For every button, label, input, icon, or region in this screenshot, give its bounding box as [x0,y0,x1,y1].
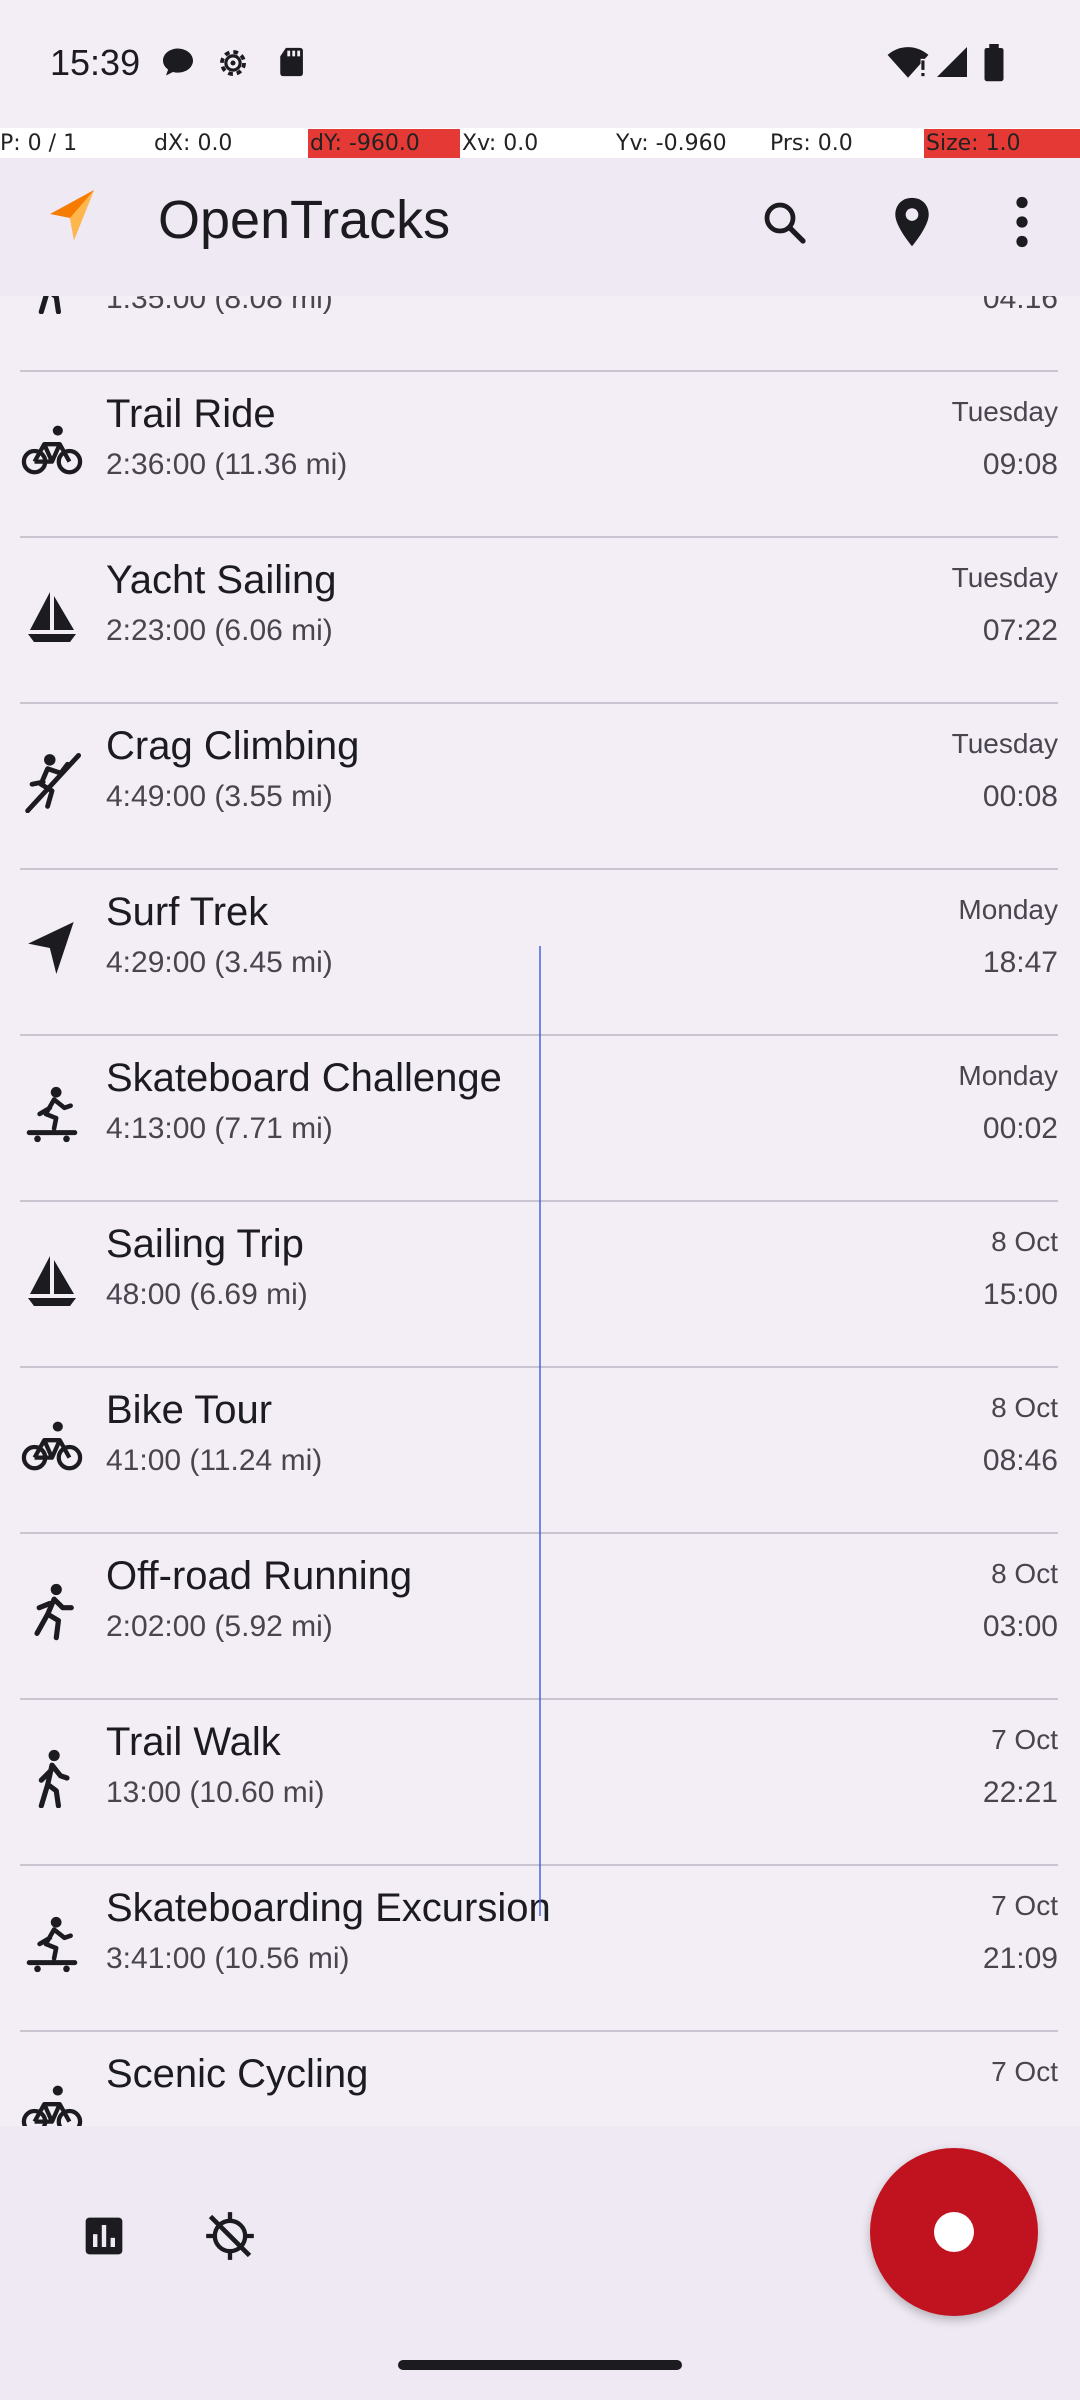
track-time: 18:47 [982,946,1058,979]
track-stats: 41:00 (11.24 mi) [106,1444,323,1477]
track-date: Tuesday [951,396,1058,427]
track-name: Sailing Trip [106,1222,304,1266]
track-stats: 13:00 (10.60 mi) [106,1776,325,1809]
track-stats: 4:49:00 (3.55 mi) [106,780,333,813]
screen: 15:39 P: 0 / 1 dX: 0.0 dY: -960.0 Xv: 0.… [0,0,1080,2400]
track-name: Scenic Cycling [106,2052,369,2096]
wifi-alert-icon [886,44,930,85]
pointer-trace-line [539,946,541,1916]
track-row[interactable]: Scenic Cycling 7 Oct [0,2032,1080,2126]
track-row[interactable]: Yacht Sailing 2:23:00 (6.06 mi) Tuesday 07:… [0,538,1080,704]
app-title: OpenTracks [158,190,451,250]
track-date: Tuesday [951,728,1058,759]
track-time: 04:16 [982,296,1058,315]
location-pin-icon [889,196,935,253]
track-time: 00:02 [982,1112,1058,1145]
sailboat-icon [20,584,84,648]
search-icon [760,198,808,251]
bike-icon [20,1414,84,1478]
search-button[interactable] [742,182,826,266]
walking-icon [20,1746,84,1810]
sd-card-icon [276,44,310,85]
track-stats: 2:23:00 (6.06 mi) [106,614,333,647]
debug-dx: dX: 0.0 [154,131,233,156]
skateboard-icon [20,1082,84,1146]
track-name: Trail Walk [106,1720,281,1764]
debug-xv: Xv: 0.0 [462,131,539,156]
track-name: Crag Climbing [106,724,360,768]
track-date: Tuesday [951,562,1058,593]
track-time: 03:00 [982,1610,1058,1643]
track-row[interactable]: 1:35:00 (8.08 mi) 04:16 [0,296,1080,372]
track-date: 7 Oct [991,2056,1058,2087]
walking-icon [20,296,84,316]
pointer-debug-strip: P: 0 / 1 dX: 0.0 dY: -960.0 Xv: 0.0 Yv: … [0,128,1080,159]
track-name: Skateboarding Excursion [106,1886,551,1930]
track-time: 15:00 [982,1278,1058,1311]
more-vert-icon [1014,196,1030,253]
running-icon [20,1580,84,1644]
climbing-icon [20,750,84,814]
gps-toggle-button[interactable] [188,2196,272,2280]
debug-yv: Yv: -0.960 [616,131,727,156]
signal-icon [934,44,970,85]
battery-icon [982,44,1006,87]
skateboard-icon [20,1912,84,1976]
overflow-menu-button[interactable] [980,182,1064,266]
gps-off-icon [204,2210,256,2267]
track-stats: 4:13:00 (7.71 mi) [106,1112,333,1145]
track-date: 8 Oct [991,1392,1058,1423]
gesture-nav-bar[interactable] [398,2360,682,2370]
markers-button[interactable] [870,182,954,266]
track-date: Monday [958,894,1058,925]
gear-icon [214,44,252,87]
track-date: 8 Oct [991,1558,1058,1589]
bottom-bar [0,2126,1080,2400]
track-row[interactable]: Crag Climbing 4:49:00 (3.55 mi) Tuesday 00:… [0,704,1080,870]
app-bar: OpenTracks [0,158,1080,296]
debug-prs: Prs: 0.0 [770,131,853,156]
track-stats: 48:00 (6.69 mi) [106,1278,308,1311]
track-name: Skateboard Challenge [106,1056,502,1100]
chat-bubble-icon [160,44,196,85]
record-icon [934,2212,974,2252]
sailboat-icon [20,1248,84,1312]
track-name: Bike Tour [106,1388,273,1432]
debug-pointer: P: 0 / 1 [0,131,78,156]
status-bar: 15:39 [0,0,1080,128]
opentracks-logo-icon [46,188,98,249]
track-stats: 1:35:00 (8.08 mi) [106,296,333,315]
debug-dy: dY: -960.0 [308,129,460,159]
navigation-arrow-icon [20,916,84,980]
track-stats: 3:41:00 (10.56 mi) [106,1942,350,1975]
track-time: 00:08 [982,780,1058,813]
track-time: 22:21 [982,1776,1058,1809]
track-row[interactable]: Trail Ride 2:36:00 (11.36 mi) Tuesday 09:08 [0,372,1080,538]
track-time: 07:22 [982,614,1058,647]
track-date: 8 Oct [991,1226,1058,1257]
track-name: Yacht Sailing [106,558,337,602]
track-date: Monday [958,1060,1058,1091]
track-stats: 4:29:00 (3.45 mi) [106,946,333,979]
track-date: 7 Oct [991,1724,1058,1755]
status-time: 15:39 [50,42,141,83]
statistics-button[interactable] [62,2196,146,2280]
track-name: Trail Ride [106,392,276,436]
track-name: Surf Trek [106,890,269,934]
bike-icon [20,418,84,482]
bike-icon [20,2078,84,2126]
track-date: 7 Oct [991,1890,1058,1921]
track-stats: 2:02:00 (5.92 mi) [106,1610,333,1643]
track-time: 21:09 [982,1942,1058,1975]
track-name: Off-road Running [106,1554,413,1598]
track-stats: 2:36:00 (11.36 mi) [106,448,348,481]
track-time: 09:08 [982,448,1058,481]
statistics-icon [82,2214,126,2263]
debug-size: Size: 1.0 [924,129,1080,159]
record-button[interactable] [870,2148,1038,2316]
track-time: 08:46 [982,1444,1058,1477]
